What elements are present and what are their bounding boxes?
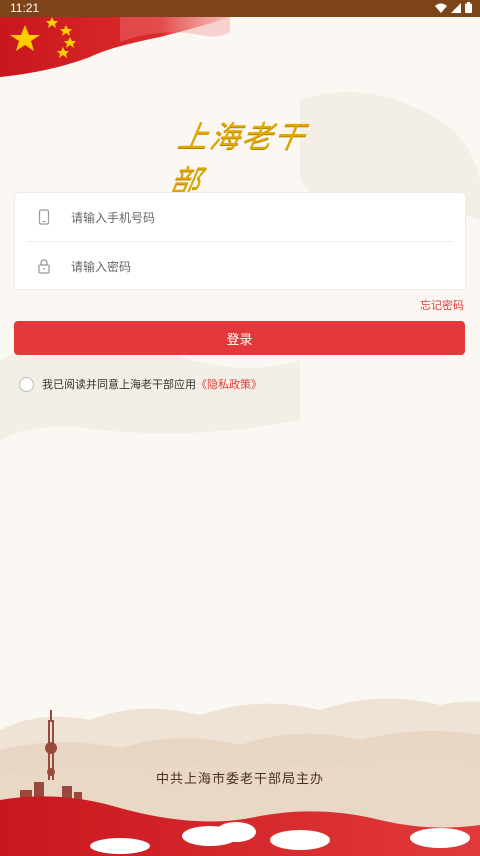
privacy-policy-link[interactable]: 《隐私政策》 (196, 376, 262, 392)
forgot-password-link[interactable]: 忘记密码 (420, 297, 464, 313)
agreement-row: 我已阅读并同意上海老干部应用 《隐私政策》 (19, 376, 262, 392)
battery-icon (465, 2, 472, 13)
logo-text: 上海老干部 (167, 120, 310, 199)
status-icons (435, 2, 472, 13)
wifi-icon (435, 3, 447, 13)
phone-row (15, 193, 465, 241)
app-logo: 上海老干部 (167, 112, 309, 199)
bottom-decoration (0, 698, 480, 856)
password-row (27, 241, 453, 290)
status-time: 11:21 (10, 1, 40, 15)
login-form (14, 192, 466, 290)
status-bar: 11:21 (0, 0, 480, 17)
footer-organization: 中共上海市委老干部局主办 (155, 772, 324, 787)
login-button[interactable]: 登录 (14, 321, 465, 355)
lock-icon (38, 259, 50, 274)
agreement-text: 我已阅读并同意上海老干部应用 (42, 378, 196, 391)
agree-checkbox[interactable] (19, 376, 34, 392)
phone-input[interactable] (69, 206, 433, 230)
password-input[interactable] (69, 255, 433, 279)
phone-icon (38, 209, 50, 225)
signal-icon (451, 2, 461, 13)
